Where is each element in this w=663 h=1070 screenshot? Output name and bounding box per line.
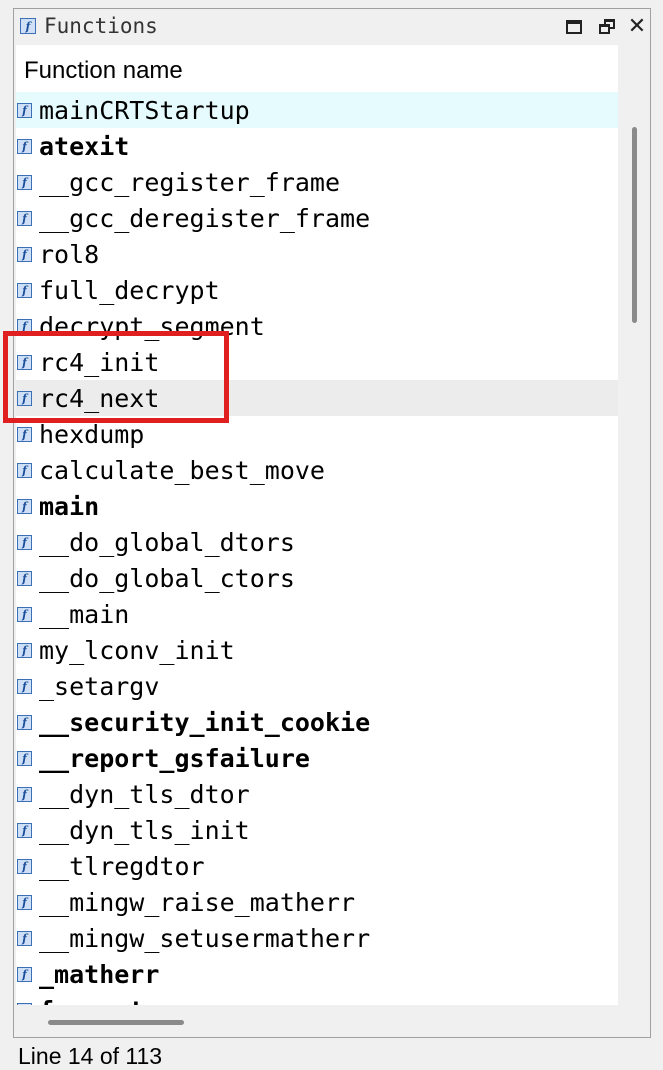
close-button[interactable]: ✕ xyxy=(626,16,648,38)
function-rows: f mainCRTStartup f atexit f __gcc_register_fr… xyxy=(16,92,618,1005)
status-line: Line 14 of 113 xyxy=(18,1043,163,1069)
function-name: __main xyxy=(39,599,130,629)
function-row[interactable]: f __main xyxy=(16,596,618,632)
function-row[interactable]: f mainCRTStartup xyxy=(16,92,618,128)
function-row[interactable]: f __mingw_setusermatherr xyxy=(16,920,618,956)
function-name: mainCRTStartup xyxy=(39,95,250,125)
function-row[interactable]: f __gcc_deregister_frame xyxy=(16,200,618,236)
column-header-function-name[interactable]: Function name xyxy=(24,57,183,85)
function-icon: f xyxy=(17,606,32,622)
function-icon: f xyxy=(17,570,32,586)
function-icon: f xyxy=(17,894,32,910)
function-icon: f xyxy=(17,174,32,190)
function-row[interactable]: f __report_gsfailure xyxy=(16,740,618,776)
function-name: calculate_best_move xyxy=(39,455,325,485)
function-name: hexdump xyxy=(39,419,145,449)
function-row[interactable]: f rc4_init xyxy=(16,344,618,380)
function-name: fpreset xyxy=(39,996,144,1006)
function-icon: f xyxy=(17,678,32,694)
vertical-scrollbar[interactable] xyxy=(620,45,650,1005)
function-row[interactable]: f __security_init_cookie xyxy=(16,704,618,740)
function-icon: f xyxy=(17,210,32,226)
horizontal-scrollbar[interactable] xyxy=(16,1005,618,1037)
function-row[interactable]: f __tlregdtor xyxy=(16,848,618,884)
function-icon: f xyxy=(20,18,36,34)
function-row[interactable]: f _matherr xyxy=(16,956,618,992)
function-icon: f xyxy=(17,714,32,730)
function-name: __do_global_dtors xyxy=(39,527,295,557)
function-icon: f xyxy=(17,642,32,658)
function-row[interactable]: f __dyn_tls_dtor xyxy=(16,776,618,812)
title-bar[interactable]: f Functions ✕ xyxy=(14,9,650,43)
function-name: full_decrypt xyxy=(39,275,220,305)
function-icon: f xyxy=(17,498,32,514)
function-row[interactable]: f __do_global_dtors xyxy=(16,524,618,560)
function-icon: f xyxy=(17,354,32,370)
function-name: rc4_next xyxy=(39,383,160,413)
function-name: __dyn_tls_dtor xyxy=(39,779,250,809)
function-row[interactable]: f rc4_next xyxy=(16,380,618,416)
function-name: __mingw_raise_matherr xyxy=(39,887,356,917)
function-row[interactable]: f main xyxy=(16,488,618,524)
function-row[interactable]: f full_decrypt xyxy=(16,272,618,308)
function-name: __gcc_deregister_frame xyxy=(39,203,371,233)
function-icon: f xyxy=(17,246,32,262)
function-icon: f xyxy=(17,966,32,982)
restore-icon xyxy=(599,19,617,35)
function-icon: f xyxy=(17,102,32,118)
function-name: __mingw_setusermatherr xyxy=(39,923,371,953)
function-icon: f xyxy=(17,462,32,478)
window-title: Functions xyxy=(44,14,158,38)
horizontal-scroll-thumb[interactable] xyxy=(48,1020,184,1025)
function-icon: f xyxy=(17,282,32,298)
function-name: rc4_init xyxy=(39,347,160,377)
function-name: __gcc_register_frame xyxy=(39,167,341,197)
function-row[interactable]: f calculate_best_move xyxy=(16,452,618,488)
function-row[interactable]: f _setargv xyxy=(16,668,618,704)
function-row[interactable]: f __do_global_ctors xyxy=(16,560,618,596)
function-name: __security_init_cookie xyxy=(39,707,371,737)
function-icon: f xyxy=(17,930,32,946)
maximize-icon xyxy=(566,20,582,34)
functions-window: f Functions ✕ Function name f mainCRTStar… xyxy=(13,8,651,1038)
function-name: my_lconv_init xyxy=(39,635,235,665)
function-name: atexit xyxy=(39,131,130,161)
function-name: __tlregdtor xyxy=(39,851,205,881)
function-icon: f xyxy=(17,426,32,442)
function-name: _matherr xyxy=(39,959,160,989)
function-icon: f xyxy=(17,390,32,406)
function-icon: f xyxy=(17,534,32,550)
function-name: main xyxy=(39,491,100,521)
function-row[interactable]: f hexdump xyxy=(16,416,618,452)
function-icon: f xyxy=(17,138,32,154)
function-name: rol8 xyxy=(39,239,100,269)
function-name: __dyn_tls_init xyxy=(39,815,250,845)
function-row[interactable]: f atexit xyxy=(16,128,618,164)
function-list[interactable]: Function name f mainCRTStartup f atexit f __g… xyxy=(16,45,618,1005)
function-row[interactable]: f my_lconv_init xyxy=(16,632,618,668)
function-name: decrypt_segment xyxy=(39,311,265,341)
function-icon: f xyxy=(17,318,32,334)
close-icon: ✕ xyxy=(627,14,647,39)
restore-button[interactable] xyxy=(597,16,619,38)
function-row[interactable]: f rol8 xyxy=(16,236,618,272)
function-row[interactable]: f decrypt_segment xyxy=(16,308,618,344)
function-row[interactable]: f __gcc_register_frame xyxy=(16,164,618,200)
maximize-button[interactable] xyxy=(563,16,585,38)
function-row[interactable]: f __dyn_tls_init xyxy=(16,812,618,848)
vertical-scroll-thumb[interactable] xyxy=(632,127,637,323)
function-name: __report_gsfailure xyxy=(39,743,310,773)
function-icon: f xyxy=(17,750,32,766)
function-icon: f xyxy=(17,858,32,874)
function-icon: f xyxy=(17,822,32,838)
function-row[interactable]: f __mingw_raise_matherr xyxy=(16,884,618,920)
function-row[interactable]: ffpreset xyxy=(16,992,618,1005)
function-icon: f xyxy=(17,786,32,802)
function-name: __do_global_ctors xyxy=(39,563,295,593)
function-name: _setargv xyxy=(39,671,160,701)
